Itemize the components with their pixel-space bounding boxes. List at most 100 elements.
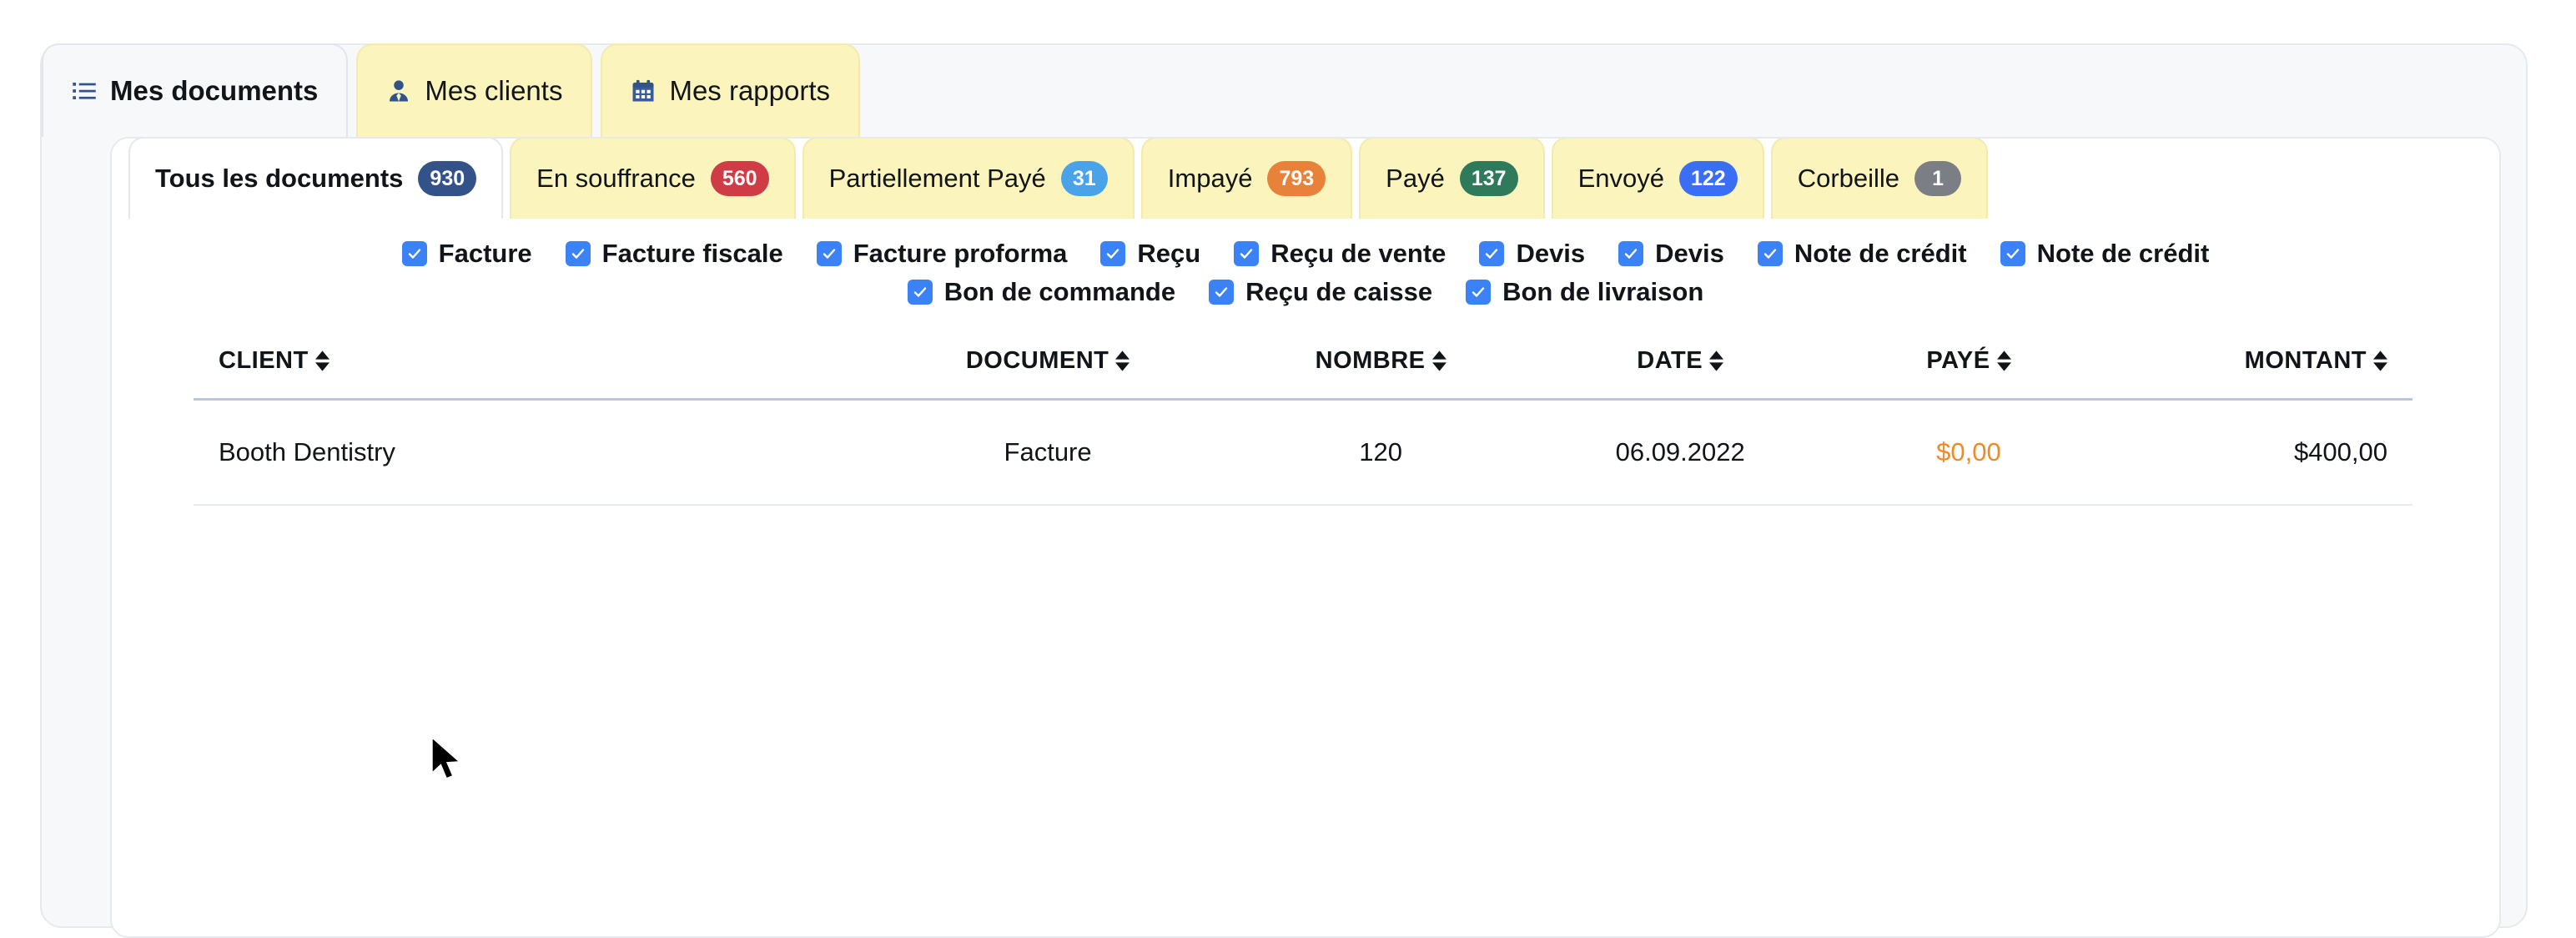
cell-nombre: 120 [1359, 437, 1402, 466]
subtab-impaye[interactable]: Impayé 793 [1140, 139, 1353, 219]
filter-recu-de-caisse[interactable]: Reçu de caisse [1209, 277, 1432, 307]
filter-label: Devis [1516, 239, 1586, 268]
checkbox-checked-icon[interactable] [565, 241, 591, 266]
column-header-document[interactable]: DOCUMENT [859, 347, 1236, 400]
filter-label: Bon de livraison [1502, 277, 1704, 306]
checkbox-checked-icon[interactable] [816, 241, 842, 266]
tab-mes-documents[interactable]: Mes documents [42, 43, 349, 137]
checkbox-checked-icon[interactable] [907, 280, 933, 305]
filter-recu-de-vente[interactable]: Reçu de vente [1234, 239, 1446, 269]
tab-label: Mes rapports [669, 75, 831, 106]
subtab-partiellement-paye[interactable]: Partiellement Payé 31 [802, 139, 1135, 219]
user-icon [386, 78, 411, 103]
checkbox-checked-icon[interactable] [1234, 241, 1260, 266]
checkbox-checked-icon[interactable] [401, 241, 427, 266]
subtab-label: En souffrance [536, 164, 696, 193]
column-label: DATE [1637, 347, 1703, 374]
checkbox-checked-icon[interactable] [1757, 241, 1783, 266]
subtab-label: Impayé [1167, 164, 1253, 193]
sort-icon[interactable] [2373, 350, 2387, 371]
checkbox-checked-icon[interactable] [1100, 241, 1126, 266]
filter-recu[interactable]: Reçu [1100, 239, 1200, 269]
tab-label: Mes clients [425, 75, 563, 106]
column-label: CLIENT [219, 347, 309, 374]
tab-mes-clients[interactable]: Mes clients [356, 43, 593, 137]
filter-label: Reçu de vente [1270, 239, 1446, 268]
tab-mes-rapports[interactable]: Mes rapports [601, 43, 861, 137]
cell-date: 06.09.2022 [1615, 437, 1745, 466]
cell-montant: $400,00 [2293, 437, 2387, 466]
subtab-count-badge: 1 [1914, 161, 1962, 196]
column-header-client[interactable]: CLIENT [194, 347, 859, 400]
filter-label: Note de crédit [1794, 239, 1967, 268]
subtab-label: Partiellement Payé [828, 164, 1046, 193]
subtab-count-badge: 560 [710, 161, 769, 196]
column-label: PAYÉ [1926, 347, 1990, 374]
main-tab-bar: Mes documents Mes clients Mes rapports [42, 43, 861, 137]
paid-amount: $0,00 [1936, 437, 2001, 466]
filter-row-2: Bon de commande Reçu de caisse Bon de li… [112, 277, 2499, 307]
filter-label: Devis [1655, 239, 1724, 268]
document-type-filters: Facture Facture fiscale Facture proforma [112, 239, 2499, 315]
filter-devis-1[interactable]: Devis [1479, 239, 1585, 269]
calendar-icon [631, 78, 656, 103]
sort-icon[interactable] [314, 350, 330, 371]
checkbox-checked-icon[interactable] [2000, 241, 2025, 266]
checkbox-checked-icon[interactable] [1209, 280, 1235, 305]
subtab-count-badge: 122 [1678, 161, 1738, 196]
cell-document: Facture [1004, 437, 1092, 466]
sort-icon[interactable] [1996, 350, 2011, 371]
filter-label: Reçu de caisse [1245, 277, 1433, 306]
subtab-en-souffrance[interactable]: En souffrance 560 [510, 139, 796, 219]
subtab-label: Corbeille [1797, 164, 1900, 193]
filter-label: Note de crédit [2036, 239, 2210, 268]
filter-facture-proforma[interactable]: Facture proforma [816, 239, 1068, 269]
subtab-corbeille[interactable]: Corbeille 1 [1770, 139, 1989, 219]
documents-table: CLIENT DOCUMENT NOMBRE DATE PAYÉ MONTANT… [194, 347, 2412, 506]
column-header-nombre[interactable]: NOMBRE [1236, 347, 1525, 400]
filter-note-de-credit-1[interactable]: Note de crédit [1757, 239, 1967, 269]
filter-label: Facture proforma [853, 239, 1068, 268]
filter-bon-de-livraison[interactable]: Bon de livraison [1466, 277, 1703, 307]
table-row[interactable]: Booth Dentistry Facture 120 06.09.2022 $… [194, 400, 2412, 506]
filter-devis-2[interactable]: Devis [1618, 239, 1724, 269]
filter-label: Reçu [1137, 239, 1201, 268]
subtab-paye[interactable]: Payé 137 [1359, 139, 1545, 219]
table-header-row: CLIENT DOCUMENT NOMBRE DATE PAYÉ MONTANT [194, 347, 2412, 400]
subtab-label: Payé [1386, 164, 1445, 193]
filter-bon-de-commande[interactable]: Bon de commande [907, 277, 1176, 307]
documents-card: Tous les documents 930 En souffrance 560… [110, 137, 2501, 938]
documents-panel: Mes documents Mes clients Mes rapports T… [40, 43, 2528, 938]
subtab-count-badge: 31 [1060, 161, 1108, 196]
checkbox-checked-icon[interactable] [1479, 241, 1505, 266]
filter-note-de-credit-2[interactable]: Note de crédit [2000, 239, 2210, 269]
subtab-tous-les-documents[interactable]: Tous les documents 930 [128, 139, 504, 219]
filter-label: Bon de commande [943, 277, 1176, 306]
subtab-count-badge: 137 [1459, 161, 1518, 196]
filter-row-1: Facture Facture fiscale Facture proforma [112, 239, 2499, 269]
column-label: MONTANT [2244, 347, 2367, 374]
subtab-label: Tous les documents [155, 164, 404, 193]
column-header-paye[interactable]: PAYÉ [1835, 347, 2101, 400]
filter-label: Facture fiscale [601, 239, 783, 268]
cell-client[interactable]: Booth Dentistry [194, 400, 859, 506]
column-header-date[interactable]: DATE [1525, 347, 1835, 400]
sort-icon[interactable] [1431, 350, 1446, 371]
subtab-envoye[interactable]: Envoyé 122 [1551, 139, 1764, 219]
sort-icon[interactable] [1115, 350, 1130, 371]
client-name: Booth Dentistry [219, 437, 395, 466]
filter-facture[interactable]: Facture [401, 239, 532, 269]
subtab-count-badge: 930 [418, 161, 477, 196]
column-label: DOCUMENT [965, 347, 1109, 374]
checkbox-checked-icon[interactable] [1466, 280, 1492, 305]
checkbox-checked-icon[interactable] [1618, 241, 1644, 266]
status-tab-bar: Tous les documents 930 En souffrance 560… [128, 139, 1995, 219]
cell-paye: $0,00 [1835, 400, 2101, 506]
tab-label: Mes documents [110, 75, 319, 106]
subtab-count-badge: 793 [1267, 161, 1326, 196]
column-header-montant[interactable]: MONTANT [2102, 347, 2412, 400]
filter-facture-fiscale[interactable]: Facture fiscale [565, 239, 783, 269]
subtab-label: Envoyé [1577, 164, 1664, 193]
sort-icon[interactable] [1709, 350, 1724, 371]
filter-label: Facture [438, 239, 532, 268]
